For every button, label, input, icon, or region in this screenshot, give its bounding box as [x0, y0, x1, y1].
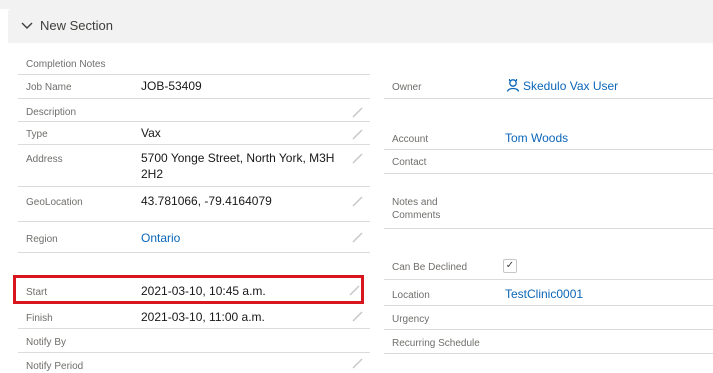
notify-by-label: Notify By	[26, 337, 67, 348]
description-label: Description	[26, 107, 77, 118]
pencil-icon[interactable]	[352, 196, 363, 207]
divider	[384, 279, 713, 280]
region-label: Region	[26, 234, 58, 245]
divider	[384, 353, 713, 354]
account-link[interactable]: Tom Woods	[505, 131, 568, 146]
can-be-declined-checkbox[interactable]: ✓	[503, 259, 517, 273]
pencil-icon[interactable]	[352, 107, 363, 118]
job-name-value: JOB-53409	[141, 79, 202, 93]
location-label: Location	[392, 290, 430, 301]
divider	[384, 329, 713, 330]
account-label: Account	[392, 134, 429, 145]
recurring-schedule-label: Recurring Schedule	[392, 338, 480, 349]
owner-link[interactable]: Skedulo Vax User	[523, 79, 618, 94]
geolocation-value: 43.781066, -79.4164079	[141, 194, 272, 208]
address-value-line1: 5700 Yonge Street, North York, M3H	[141, 151, 335, 165]
divider	[384, 149, 713, 150]
divider	[18, 186, 370, 187]
divider	[384, 305, 713, 306]
divider	[18, 98, 370, 99]
geolocation-label: GeoLocation	[26, 197, 83, 208]
finish-label: Finish	[26, 313, 53, 324]
chevron-down-icon[interactable]	[20, 19, 34, 33]
address-value-line2: 2H2	[141, 167, 164, 181]
start-highlight-box	[13, 275, 364, 304]
divider	[384, 228, 713, 229]
type-label: Type	[26, 129, 48, 140]
pencil-icon[interactable]	[352, 311, 363, 322]
region-link[interactable]: Ontario	[141, 231, 180, 246]
pencil-icon[interactable]	[352, 358, 363, 369]
divider	[18, 352, 370, 353]
divider	[18, 221, 370, 222]
pencil-icon[interactable]	[352, 153, 363, 164]
divider	[18, 121, 370, 122]
divider	[384, 98, 713, 99]
divider	[384, 173, 713, 174]
contact-label: Contact	[392, 157, 427, 168]
notify-period-label: Notify Period	[26, 361, 84, 372]
section-header[interactable]: New Section	[8, 9, 713, 43]
notes-comments-label-line2: Comments	[392, 210, 441, 221]
job-name-label: Job Name	[26, 82, 72, 93]
divider	[18, 74, 370, 75]
location-link[interactable]: TestClinic0001	[505, 287, 583, 302]
divider	[18, 144, 370, 145]
pencil-icon[interactable]	[352, 129, 363, 140]
owner-label: Owner	[392, 82, 422, 93]
type-value: Vax	[141, 126, 161, 140]
address-label: Address	[26, 154, 63, 165]
completion-notes-label: Completion Notes	[26, 59, 106, 70]
user-avatar-icon	[506, 79, 520, 92]
top-strip	[0, 0, 713, 9]
divider	[18, 328, 370, 329]
urgency-label: Urgency	[392, 314, 430, 325]
notes-comments-label-line1: Notes and	[392, 197, 438, 208]
can-be-declined-label: Can Be Declined	[392, 262, 468, 273]
pencil-icon[interactable]	[352, 232, 363, 243]
section-title: New Section	[40, 18, 113, 33]
finish-value: 2021-03-10, 11:00 a.m.	[141, 310, 265, 324]
divider	[18, 252, 370, 253]
